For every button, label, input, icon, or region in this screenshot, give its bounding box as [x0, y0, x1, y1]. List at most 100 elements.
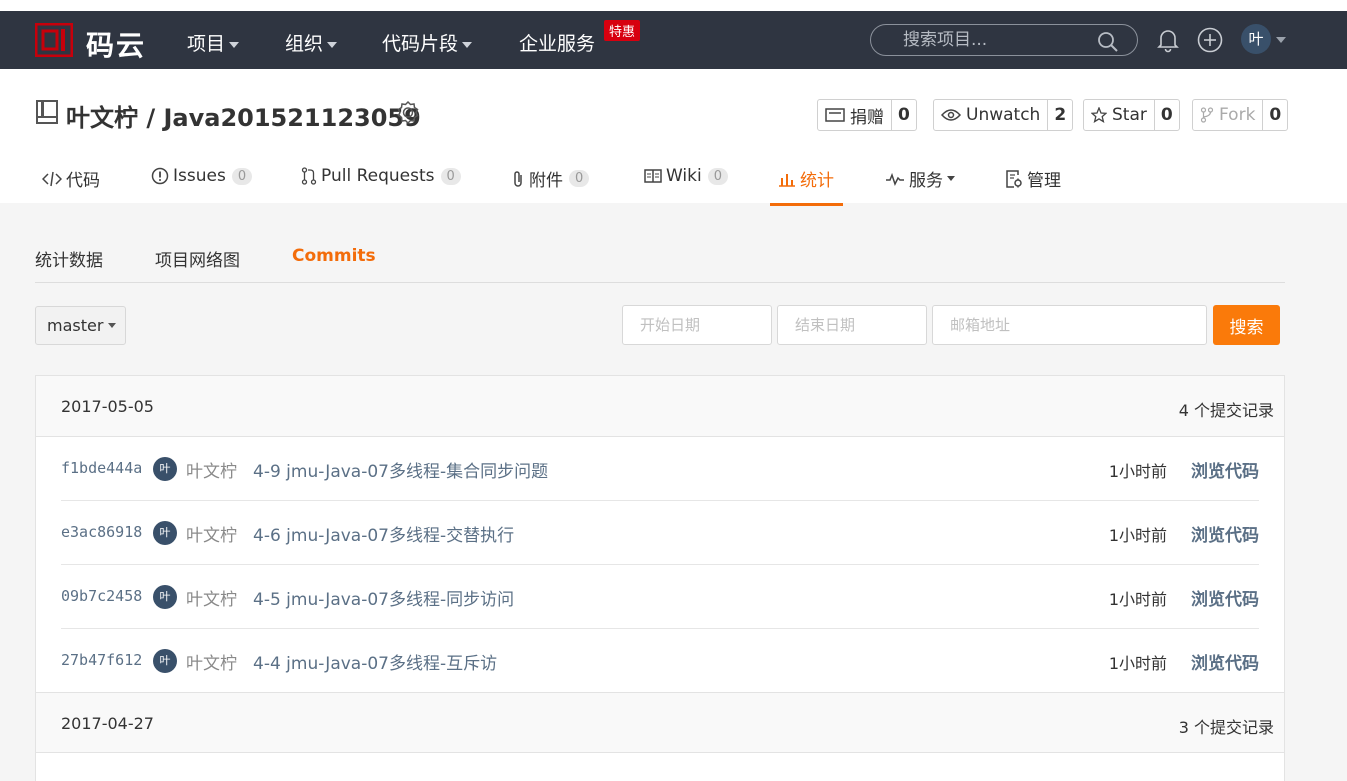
tab-code[interactable]: 代码	[42, 166, 100, 191]
unwatch-button[interactable]: Unwatch 2	[933, 99, 1074, 131]
commit-message[interactable]: 4-9 jmu-Java-07多线程-集合同步问题	[253, 457, 548, 482]
tab-manage[interactable]: 管理	[1005, 166, 1061, 191]
commit-author-avatar[interactable]: 叶	[153, 649, 177, 673]
tab-pull-requests-count: 0	[440, 167, 461, 185]
tab-attachments[interactable]: 附件 0	[511, 166, 590, 191]
settings-document-icon	[1006, 169, 1022, 188]
repo-title[interactable]: 叶文柠 / Java201521123059	[66, 98, 421, 133]
search-button[interactable]: 搜索	[1213, 305, 1280, 345]
subnav-network-graph[interactable]: 项目网络图	[155, 246, 240, 271]
commit-author[interactable]: 叶文柠	[186, 649, 237, 674]
commit-author[interactable]: 叶文柠	[186, 521, 237, 546]
nav-snippets[interactable]: 代码片段	[382, 29, 473, 56]
commit-time: 1小时前	[1108, 654, 1167, 673]
commit-group-count: 3 个提交记录	[1178, 718, 1274, 737]
commit-sha[interactable]: 27b47f612	[61, 651, 142, 669]
plus-circle-icon[interactable]	[1197, 27, 1223, 53]
nav-projects[interactable]: 项目	[187, 29, 240, 56]
browse-code-link[interactable]: 浏览代码	[1191, 585, 1259, 610]
commit-time: 1小时前	[1108, 526, 1167, 545]
award-icon[interactable]	[396, 100, 420, 126]
nav-snippets-label: 代码片段	[382, 33, 459, 55]
nav-organizations-label: 组织	[285, 33, 324, 55]
tab-attachments-count: 0	[569, 170, 590, 187]
tab-wiki[interactable]: Wiki 0	[644, 166, 729, 186]
browse-code-link[interactable]: 浏览代码	[1191, 521, 1259, 546]
pull-request-icon	[301, 167, 317, 185]
browse-code-link[interactable]: 浏览代码	[1191, 457, 1259, 482]
tab-wiki-label: Wiki	[666, 166, 702, 186]
unwatch-label: Unwatch	[966, 105, 1041, 125]
commit-author-avatar[interactable]: 叶	[153, 585, 177, 609]
book-icon	[644, 169, 662, 183]
commit-row: e3ac86918 叶 叶文柠 4-6 jmu-Java-07多线程-交替执行 …	[61, 501, 1259, 565]
browse-code-link[interactable]: 浏览代码	[1191, 649, 1259, 674]
commit-message[interactable]: 4-5 jmu-Java-07多线程-同步访问	[253, 585, 514, 610]
nav-enterprise-label: 企业服务	[519, 33, 596, 55]
donate-count: 0	[891, 100, 916, 130]
tab-manage-label: 管理	[1027, 171, 1061, 191]
wallet-icon	[825, 108, 845, 122]
subnav-commits[interactable]: Commits	[292, 246, 376, 266]
user-avatar[interactable]: 叶	[1241, 24, 1271, 54]
commit-author-avatar[interactable]: 叶	[153, 521, 177, 545]
commit-group-count: 4 个提交记录	[1178, 401, 1274, 420]
commit-row: 09b7c2458 叶 叶文柠 4-5 jmu-Java-07多线程-同步访问 …	[61, 565, 1259, 629]
bar-chart-icon	[779, 173, 795, 187]
email-input[interactable]	[932, 305, 1207, 345]
fork-button[interactable]: Fork 0	[1192, 99, 1289, 131]
branch-label: master	[47, 316, 104, 335]
commit-message[interactable]: 4-4 jmu-Java-07多线程-互斥访	[253, 649, 497, 674]
tab-attachments-label: 附件	[529, 171, 563, 191]
commit-sha[interactable]: f1bde444a	[61, 459, 142, 477]
logo-text[interactable]: 码云	[86, 24, 146, 64]
star-label: Star	[1112, 105, 1147, 125]
tab-services[interactable]: 服务	[885, 166, 955, 191]
commit-author-avatar[interactable]: 叶	[153, 457, 177, 481]
search-icon[interactable]	[1097, 31, 1119, 53]
chevron-down-icon	[462, 41, 473, 48]
nav-enterprise[interactable]: 企业服务	[519, 29, 595, 56]
end-date-input[interactable]	[777, 305, 927, 345]
commit-row: f1bde444a 叶 叶文柠 4-9 jmu-Java-07多线程-集合同步问…	[61, 437, 1259, 501]
commit-sha[interactable]: e3ac86918	[61, 523, 142, 541]
commit-sha[interactable]: 09b7c2458	[61, 587, 142, 605]
code-icon	[42, 171, 62, 186]
star-button[interactable]: Star 0	[1083, 99, 1180, 131]
star-icon	[1091, 107, 1107, 123]
commit-time: 1小时前	[1108, 590, 1167, 609]
chevron-down-icon	[327, 41, 338, 48]
tab-issues[interactable]: Issues 0	[151, 166, 253, 186]
top-navbar: 码云 项目 组织 代码片段 企业服务 特惠 叶	[0, 11, 1347, 69]
commit-author[interactable]: 叶文柠	[186, 585, 237, 610]
donate-label: 捐赠	[850, 107, 884, 128]
start-date-input[interactable]	[622, 305, 772, 345]
tab-pull-requests[interactable]: Pull Requests 0	[301, 166, 461, 186]
bell-icon[interactable]	[1156, 27, 1180, 53]
chevron-down-icon[interactable]	[1276, 37, 1286, 43]
eye-icon	[941, 109, 961, 121]
commit-group-date: 2017-05-05	[61, 397, 154, 416]
pulse-icon	[886, 172, 904, 186]
gitee-logo-icon[interactable]	[35, 23, 73, 57]
tab-issues-label: Issues	[173, 166, 226, 186]
bookmarks-bar	[0, 0, 1347, 11]
commit-time: 1小时前	[1108, 462, 1167, 481]
star-count: 0	[1153, 100, 1179, 130]
commit-group-header: 2017-04-27 3 个提交记录	[36, 692, 1284, 753]
chevron-down-icon	[229, 41, 240, 48]
tab-code-label: 代码	[66, 171, 100, 191]
tab-wiki-count: 0	[707, 167, 729, 185]
commit-group-header: 2017-05-05 4 个提交记录	[36, 376, 1284, 437]
commit-author[interactable]: 叶文柠	[186, 457, 237, 482]
commit-list: 2017-05-05 4 个提交记录 f1bde444a 叶 叶文柠 4-9 j…	[35, 375, 1285, 781]
commit-group-date: 2017-04-27	[61, 714, 154, 733]
subnav-statistics-data[interactable]: 统计数据	[35, 246, 103, 271]
nav-organizations[interactable]: 组织	[285, 29, 338, 56]
repo-header: 叶文柠 / Java201521123059 捐赠 0 Unwatch 2 St…	[0, 69, 1347, 206]
donate-button[interactable]: 捐赠 0	[817, 99, 917, 131]
chevron-down-icon	[108, 323, 117, 328]
commit-message[interactable]: 4-6 jmu-Java-07多线程-交替执行	[253, 521, 514, 546]
tab-statistics[interactable]: 统计	[778, 166, 834, 191]
branch-select[interactable]: master	[35, 306, 126, 345]
